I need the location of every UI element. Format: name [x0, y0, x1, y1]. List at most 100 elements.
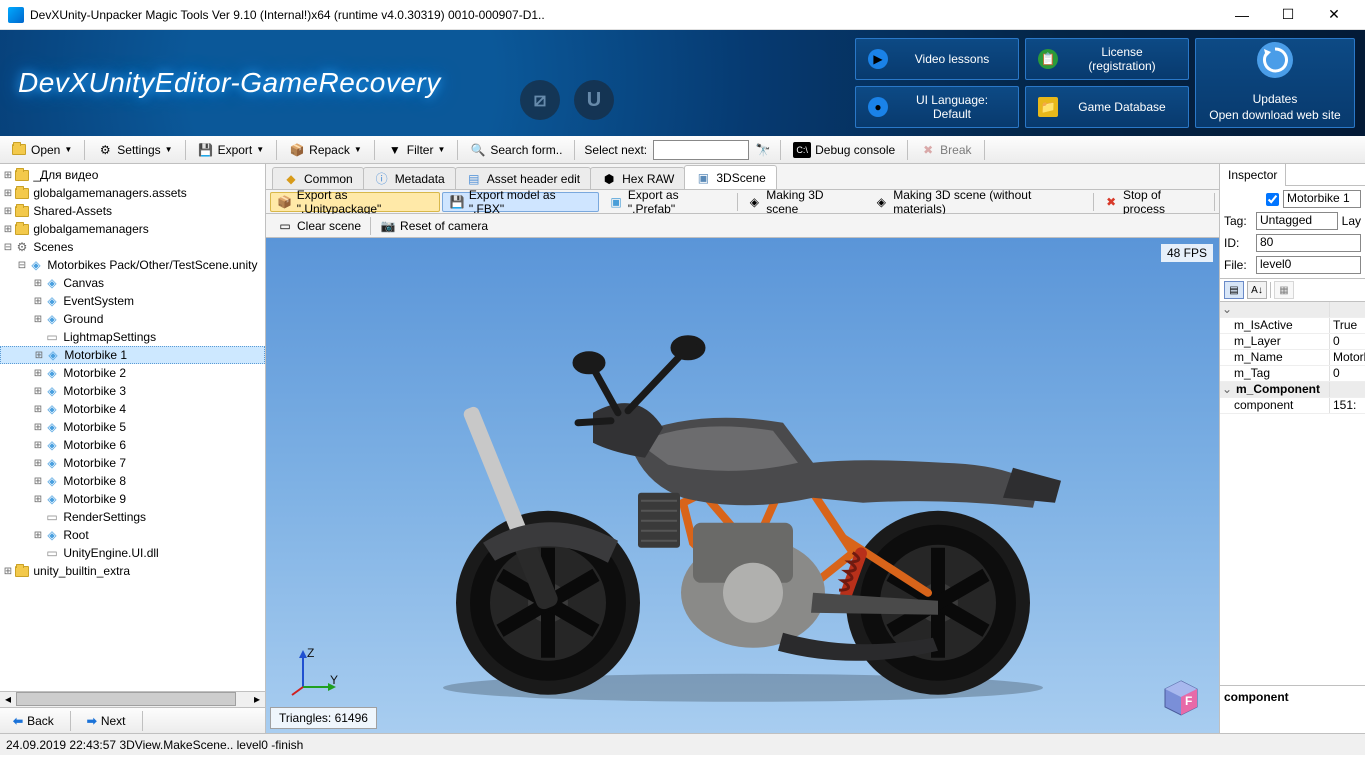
3d-viewport[interactable]: 48 FPS	[266, 238, 1219, 733]
next-arrow-icon: ➡	[87, 714, 97, 728]
video-lessons-button[interactable]: ▶ Video lessons	[855, 38, 1019, 80]
banner: DevXUnityEditor-GameRecovery ⧄ U ▶ Video…	[0, 30, 1365, 136]
stop-icon: ✖	[1103, 194, 1119, 210]
tree-item[interactable]: ⊞◈ Motorbike 8	[0, 472, 265, 490]
tree-item[interactable]: ⊞ _Для видео	[0, 166, 265, 184]
svg-text:Y: Y	[330, 673, 338, 687]
debug-console-button[interactable]: C:\Debug console	[786, 139, 902, 161]
tree-item[interactable]: ⊞◈ Motorbike 5	[0, 418, 265, 436]
break-icon: ✖	[920, 142, 936, 158]
select-next-input[interactable]	[653, 140, 749, 160]
tree-item[interactable]: ▭ UnityEngine.UI.dll	[0, 544, 265, 562]
tree-item[interactable]: ⊞◈ Motorbike 7	[0, 454, 265, 472]
prop-row[interactable]: m_Tag0	[1220, 366, 1365, 382]
banner-title: DevXUnityEditor-GameRecovery	[18, 67, 441, 99]
tree-item[interactable]: ⊞ globalgamemanagers	[0, 220, 265, 238]
binoculars-button[interactable]: 🔭	[751, 139, 775, 161]
tree-item[interactable]: ⊞◈ Motorbike 3	[0, 382, 265, 400]
tab-asset-header[interactable]: ▤Asset header edit	[455, 167, 591, 189]
prop-row[interactable]: m_IsActiveTrue	[1220, 318, 1365, 334]
tree-item[interactable]: ▭ RenderSettings	[0, 508, 265, 526]
filter-icon: ▼	[387, 142, 403, 158]
minimize-button[interactable]: —	[1219, 0, 1265, 30]
prop-row[interactable]: m_NameMotorbike 1	[1220, 350, 1365, 366]
make-3d-scene-nomat-button[interactable]: ◈Making 3D scene (without materials)	[866, 192, 1091, 212]
gear-icon: ⚙	[97, 142, 113, 158]
tree-item[interactable]: ⊞◈ Motorbike 9	[0, 490, 265, 508]
tab-metadata[interactable]: ⓘMetadata	[363, 167, 456, 189]
property-pages-button[interactable]: ▦	[1274, 281, 1294, 299]
unreal-icon: U	[574, 80, 614, 120]
edit-icon: ▤	[466, 171, 482, 187]
tab-hex-raw[interactable]: ⬢Hex RAW	[590, 167, 685, 189]
tab-common[interactable]: ◆Common	[272, 167, 364, 189]
categorized-button[interactable]: ▤	[1224, 281, 1244, 299]
export-icon: 💾	[198, 142, 214, 158]
tree-item[interactable]: ⊟◈ Motorbikes Pack/Other/TestScene.unity	[0, 256, 265, 274]
filter-button[interactable]: ▼Filter ▼	[380, 139, 453, 161]
prop-row[interactable]: component151: Transform	[1220, 398, 1365, 414]
export-button[interactable]: 💾Export ▼	[191, 139, 272, 161]
clear-scene-button[interactable]: ▭Clear scene	[270, 216, 368, 236]
break-button[interactable]: ✖Break	[913, 139, 978, 161]
tree-panel: ⊞ _Для видео ⊞ globalgamemanagers.assets…	[0, 164, 266, 733]
tree-item[interactable]: ▭ LightmapSettings	[0, 328, 265, 346]
settings-button[interactable]: ⚙Settings ▼	[90, 139, 179, 161]
tree-item[interactable]: ⊞◈ Root	[0, 526, 265, 544]
triangle-count: Triangles: 61496	[270, 707, 377, 729]
tab-3dscene[interactable]: ▣3DScene	[684, 165, 776, 189]
active-checkbox[interactable]	[1266, 193, 1279, 206]
tree-item[interactable]: ⊞ Shared-Assets	[0, 202, 265, 220]
language-label: UI Language: Default	[898, 93, 1006, 121]
folder-open-icon	[11, 142, 27, 158]
view-cube[interactable]: F	[1161, 677, 1201, 717]
alphabetical-button[interactable]: A↓	[1247, 281, 1267, 299]
tree-item[interactable]: ⊞ unity_builtin_extra	[0, 562, 265, 580]
scene-toolbar: 📦Export as ".Unitypackage" 💾Export model…	[266, 190, 1219, 214]
next-button[interactable]: ➡Next	[80, 710, 133, 732]
tree-item-selected[interactable]: ⊞◈ Motorbike 1	[0, 346, 265, 364]
license-label: License (registration)	[1068, 45, 1176, 73]
file-field[interactable]: level0	[1256, 256, 1361, 274]
tree-h-scrollbar[interactable]: ◂▸	[0, 691, 265, 707]
search-form-button[interactable]: 🔍Search form..	[463, 139, 569, 161]
tab-inspector[interactable]: Inspector	[1220, 164, 1286, 186]
tree-item[interactable]: ⊞◈ Motorbike 6	[0, 436, 265, 454]
tree-item[interactable]: ⊞◈ Ground	[0, 310, 265, 328]
tree-item[interactable]: ⊟⚙ Scenes	[0, 238, 265, 256]
tree-item[interactable]: ⊞◈ Motorbike 2	[0, 364, 265, 382]
window-title: DevXUnity-Unpacker Magic Tools Ver 9.10 …	[30, 8, 1219, 22]
play-icon: ▶	[868, 49, 888, 69]
updates-button[interactable]: UpdatesOpen download web site	[1195, 38, 1355, 128]
tree-item[interactable]: ⊞◈ Canvas	[0, 274, 265, 292]
file-label: File:	[1224, 258, 1252, 272]
prop-group[interactable]: ⌄m_Component	[1220, 382, 1365, 398]
object-name-field[interactable]: Motorbike 1	[1283, 190, 1361, 208]
close-button[interactable]: ✕	[1311, 0, 1357, 30]
game-database-label: Game Database	[1068, 100, 1176, 114]
back-button[interactable]: ⬅Back	[6, 710, 61, 732]
prop-row[interactable]: m_Layer0	[1220, 334, 1365, 350]
license-button[interactable]: 📋 License (registration)	[1025, 38, 1189, 80]
reset-camera-button[interactable]: 📷Reset of camera	[373, 216, 495, 236]
property-grid[interactable]: ⌄ m_IsActiveTrue m_Layer0 m_NameMotorbik…	[1220, 302, 1365, 685]
tree-item[interactable]: ⊞◈ EventSystem	[0, 292, 265, 310]
export-unitypackage-button[interactable]: 📦Export as ".Unitypackage"	[270, 192, 440, 212]
export-prefab-button[interactable]: ▣Export as ".Prefab"	[601, 192, 734, 212]
game-database-button[interactable]: 📁 Game Database	[1025, 86, 1189, 128]
maximize-button[interactable]: ☐	[1265, 0, 1311, 30]
repack-button[interactable]: 📦Repack ▼	[282, 139, 369, 161]
open-button[interactable]: Open ▼	[4, 139, 79, 161]
export-fbx-button[interactable]: 💾Export model as ".FBX"	[442, 192, 599, 212]
folder-icon: 📁	[1038, 97, 1058, 117]
language-button[interactable]: ● UI Language: Default	[855, 86, 1019, 128]
make-3d-scene-button[interactable]: ◈Making 3D scene	[739, 192, 864, 212]
tree-item[interactable]: ⊞ globalgamemanagers.assets	[0, 184, 265, 202]
stop-process-button[interactable]: ✖Stop of process	[1096, 192, 1212, 212]
id-field[interactable]: 80	[1256, 234, 1361, 252]
tree-item[interactable]: ⊞◈ Motorbike 4	[0, 400, 265, 418]
asset-tree[interactable]: ⊞ _Для видео ⊞ globalgamemanagers.assets…	[0, 164, 265, 691]
tag-field[interactable]: Untagged	[1256, 212, 1338, 230]
package-icon: 📦	[277, 194, 293, 210]
layer-label: Lay	[1342, 214, 1361, 228]
